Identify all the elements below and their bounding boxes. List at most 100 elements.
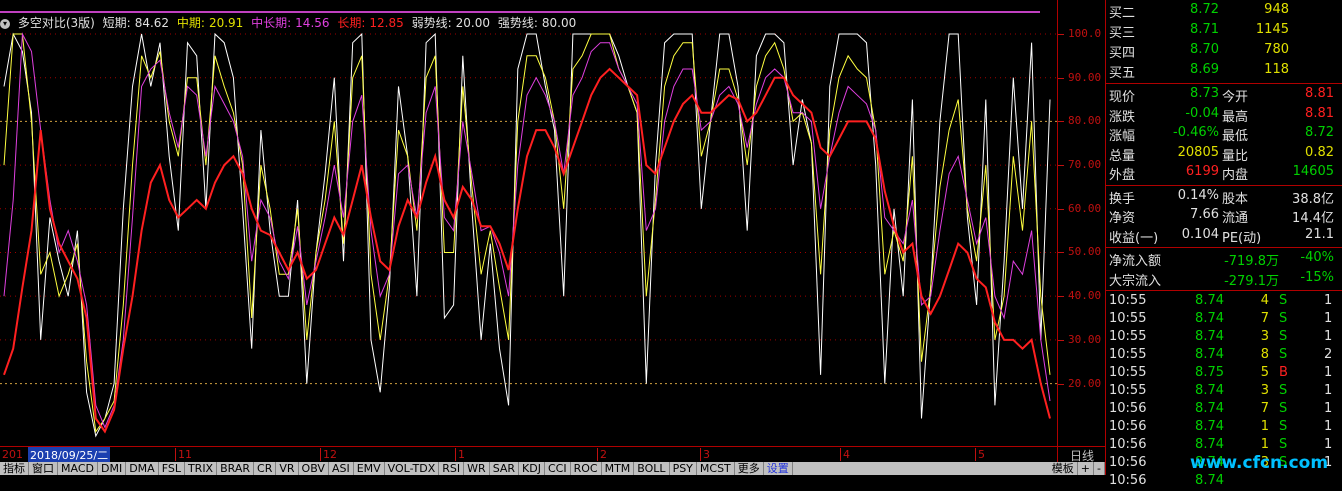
tick-price: 8.74 bbox=[1195, 401, 1224, 416]
date-axis: 201 2018/09/25/二 11 12 1 2 3 4 5 bbox=[0, 446, 1057, 463]
bid-volume: 118 bbox=[1264, 62, 1289, 77]
y-tick-mark bbox=[1058, 121, 1064, 123]
month-label: 5 bbox=[975, 448, 985, 461]
tick-time: 10:56 bbox=[1109, 455, 1147, 470]
tick-count: 1 bbox=[1324, 293, 1333, 308]
y-tick-label: 90.00 bbox=[1068, 70, 1102, 84]
indicator-chart[interactable]: ▾ 多空对比(3版) 短期: 84.62 中期: 20.91 中长期: 14.56 长… bbox=[0, 0, 1057, 446]
tab-指标[interactable]: 指标 bbox=[0, 462, 29, 475]
bid-label: 买三 bbox=[1109, 26, 1136, 41]
watermark: www.cfcn.com bbox=[1190, 453, 1329, 473]
stat-label: 最高 bbox=[1222, 109, 1249, 125]
tab-dmi[interactable]: DMI bbox=[98, 462, 127, 475]
weak-label: 弱势线: bbox=[411, 16, 452, 30]
long-label: 长期: bbox=[337, 16, 366, 30]
tab-boll[interactable]: BOLL bbox=[634, 462, 670, 475]
series-line-2 bbox=[3, 33, 1051, 433]
tab-vr[interactable]: VR bbox=[276, 462, 299, 475]
midlong-value: 14.56 bbox=[295, 16, 330, 30]
fund-label: 收益(一) bbox=[1109, 230, 1159, 246]
tab-fsl[interactable]: FSL bbox=[159, 462, 185, 475]
tick-price: 8.74 bbox=[1195, 437, 1224, 452]
tab-roc[interactable]: ROC bbox=[571, 462, 602, 475]
flow-pct: -40% bbox=[1300, 250, 1334, 265]
tab-trix[interactable]: TRIX bbox=[185, 462, 218, 475]
tick-side: S bbox=[1279, 347, 1288, 362]
tick-volume: 7 bbox=[1260, 401, 1269, 416]
bid-label: 买四 bbox=[1109, 46, 1136, 61]
y-tick-mark bbox=[1058, 77, 1064, 79]
tab-更多[interactable]: 更多 bbox=[735, 462, 764, 475]
indicator-name[interactable]: 多空对比(3版) bbox=[18, 16, 95, 30]
stat-value: 14605 bbox=[1292, 164, 1334, 179]
tick-volume: 7 bbox=[1260, 311, 1269, 326]
stat-value: -0.46% bbox=[1173, 125, 1219, 140]
flow-pct: -15% bbox=[1300, 269, 1334, 285]
tab-rsi[interactable]: RSI bbox=[439, 462, 465, 475]
selected-date[interactable]: 2018/09/25/二 bbox=[28, 447, 111, 463]
y-tick-label: 50.00 bbox=[1068, 245, 1102, 259]
tick-time: 10:55 bbox=[1109, 293, 1147, 308]
tick-price: 8.74 bbox=[1195, 473, 1224, 488]
tab-asi[interactable]: ASI bbox=[329, 462, 354, 475]
stat-label: 外盘 bbox=[1109, 168, 1136, 183]
tab-emv[interactable]: EMV bbox=[354, 462, 385, 475]
tick-time: 10:56 bbox=[1109, 419, 1147, 434]
tab-窗口[interactable]: 窗口 bbox=[29, 462, 58, 475]
stat-value: 6199 bbox=[1185, 164, 1219, 179]
right-tab[interactable]: - bbox=[1094, 462, 1105, 475]
strong-label: 强势线: bbox=[497, 16, 538, 30]
tick-volume: 4 bbox=[1260, 293, 1269, 308]
tab-brar[interactable]: BRAR bbox=[217, 462, 255, 475]
tab-mcst[interactable]: MCST bbox=[697, 462, 735, 475]
stat-value: 8.73 bbox=[1190, 86, 1219, 101]
tick-count: 1 bbox=[1324, 401, 1333, 416]
month-label: 2 bbox=[597, 448, 607, 461]
indicator-tabs: 指标 窗口 MACD DMI DMA FSL TRIX BRAR CR VR OBV ASI EMV VO… bbox=[0, 462, 1105, 475]
tab-cci[interactable]: CCI bbox=[545, 462, 571, 475]
tab-sar[interactable]: SAR bbox=[490, 462, 520, 475]
stat-value: -0.04 bbox=[1185, 105, 1219, 121]
date-start: 201 bbox=[2, 448, 23, 461]
tab-cr[interactable]: CR bbox=[254, 462, 277, 475]
tab-mtm[interactable]: MTM bbox=[602, 462, 635, 475]
right-tab[interactable]: 模板 bbox=[1049, 462, 1078, 475]
bid-volume: 948 bbox=[1264, 2, 1289, 17]
right-tab[interactable]: + bbox=[1078, 462, 1095, 475]
fund-value: 14.4亿 bbox=[1292, 211, 1334, 226]
y-tick-mark bbox=[1058, 208, 1064, 210]
tick-side: S bbox=[1279, 419, 1288, 434]
y-tick-label: 40.00 bbox=[1068, 289, 1102, 303]
stat-value: 8.81 bbox=[1305, 86, 1334, 101]
tick-count: 2 bbox=[1324, 347, 1333, 362]
bid-label: 买二 bbox=[1109, 6, 1136, 21]
tab-wr[interactable]: WR bbox=[464, 462, 490, 475]
fund-value: 0.14% bbox=[1177, 187, 1219, 203]
tab-dma[interactable]: DMA bbox=[126, 462, 159, 475]
collapse-icon[interactable]: ▾ bbox=[0, 18, 10, 29]
tab-vol-tdx[interactable]: VOL-TDX bbox=[385, 462, 440, 475]
tick-price: 8.74 bbox=[1195, 329, 1224, 344]
tab-kdj[interactable]: KDJ bbox=[519, 462, 545, 475]
stat-value: 0.82 bbox=[1305, 144, 1334, 160]
tick-price: 8.74 bbox=[1195, 419, 1224, 434]
short-label: 短期: bbox=[102, 16, 131, 30]
bid-label: 买五 bbox=[1109, 66, 1136, 81]
tick-volume: 1 bbox=[1260, 437, 1269, 452]
month-label: 11 bbox=[175, 448, 192, 461]
tab-obv[interactable]: OBV bbox=[299, 462, 329, 475]
tick-time: 10:55 bbox=[1109, 347, 1147, 362]
panel-divider bbox=[1106, 247, 1342, 248]
day-period-button[interactable]: 日线 bbox=[1057, 446, 1106, 463]
tick-side: S bbox=[1279, 329, 1288, 344]
tab-macd[interactable]: MACD bbox=[58, 462, 98, 475]
series-line-4 bbox=[3, 67, 1051, 434]
tick-side: B bbox=[1279, 365, 1288, 380]
tab-设置[interactable]: 设置 bbox=[764, 462, 793, 475]
long-value: 12.85 bbox=[369, 16, 404, 30]
panel-divider bbox=[1106, 184, 1342, 186]
tab-psy[interactable]: PSY bbox=[670, 462, 697, 475]
y-axis: 100.0 90.00 80.00 70.00 60.00 50.00 40.00 30.00… bbox=[1057, 0, 1106, 446]
y-tick-mark bbox=[1058, 339, 1064, 341]
panel-divider bbox=[1106, 83, 1342, 84]
